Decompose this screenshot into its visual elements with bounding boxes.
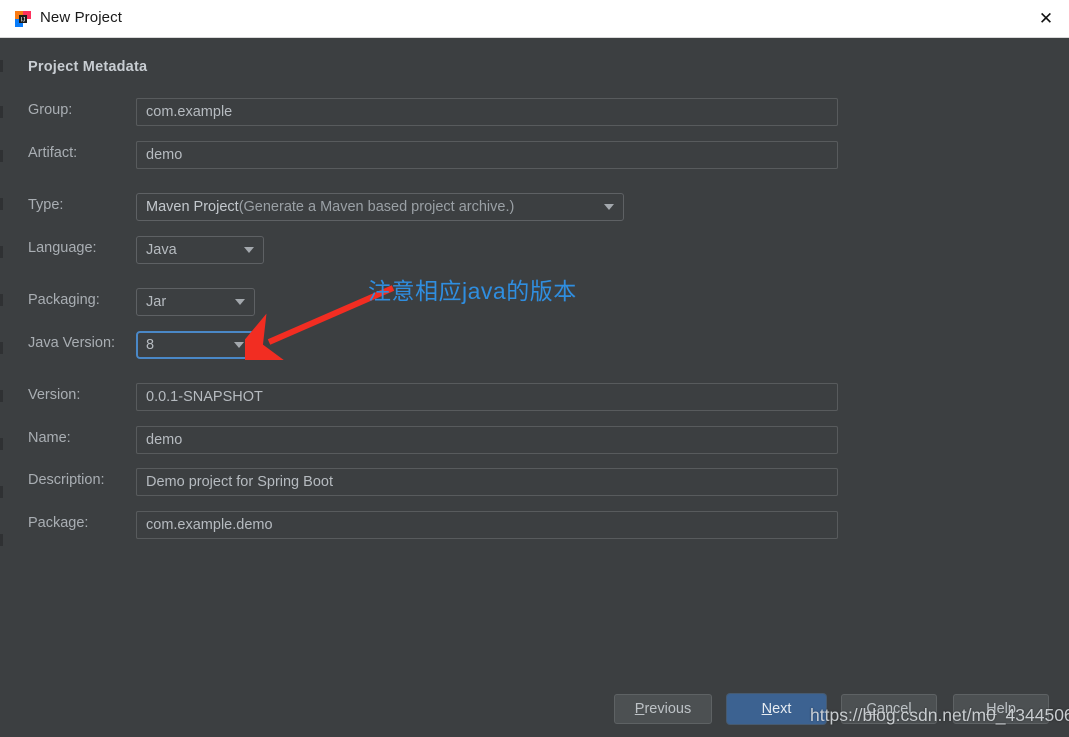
previous-button[interactable]: Previous bbox=[614, 694, 712, 724]
dialog-content: Project Metadata Group: com.example Arti… bbox=[7, 38, 1069, 737]
section-heading: Project Metadata bbox=[28, 59, 148, 75]
packaging-dropdown[interactable]: Jar bbox=[136, 288, 255, 316]
form-row-package: Package: com.example.demo bbox=[7, 511, 1069, 541]
name-label: Name: bbox=[28, 430, 71, 446]
next-mnemonic: N bbox=[761, 701, 773, 717]
form-row-java-version: Java Version: 8 bbox=[7, 331, 1069, 361]
package-input[interactable]: com.example.demo bbox=[136, 511, 838, 539]
package-label: Package: bbox=[28, 515, 89, 531]
title-bar: IJ New Project ✕ bbox=[0, 0, 1069, 38]
java-version-value: 8 bbox=[146, 337, 155, 353]
description-input[interactable]: Demo project for Spring Boot bbox=[136, 468, 838, 496]
language-dropdown[interactable]: Java bbox=[136, 236, 264, 264]
group-input[interactable]: com.example bbox=[136, 98, 838, 126]
previous-mnemonic: P bbox=[634, 701, 645, 717]
type-value-primary: Maven Project bbox=[146, 199, 239, 215]
watermark-text: https://blog.csdn.net/m0_43445067 bbox=[810, 705, 1069, 725]
packaging-label: Packaging: bbox=[28, 292, 100, 308]
language-label: Language: bbox=[28, 240, 97, 256]
form-row-group: Group: com.example bbox=[7, 98, 1069, 128]
previous-label-suffix: revious bbox=[644, 701, 692, 717]
svg-text:IJ: IJ bbox=[21, 17, 26, 23]
name-input[interactable]: demo bbox=[136, 426, 838, 454]
form-row-type: Type: Maven Project (Generate a Maven ba… bbox=[7, 193, 1069, 223]
chevron-down-icon bbox=[604, 204, 614, 210]
chevron-down-icon bbox=[235, 299, 245, 305]
java-version-dropdown[interactable]: 8 bbox=[136, 331, 255, 359]
intellij-idea-icon: IJ bbox=[14, 10, 32, 28]
next-label-suffix: ext bbox=[772, 701, 792, 717]
packaging-value: Jar bbox=[146, 294, 167, 310]
new-project-dialog: IJ New Project ✕ Project Metadata Group:… bbox=[0, 0, 1069, 737]
form-row-language: Language: Java bbox=[7, 236, 1069, 266]
chevron-down-icon bbox=[234, 342, 244, 348]
chevron-down-icon bbox=[244, 247, 254, 253]
type-value-description: (Generate a Maven based project archive.… bbox=[238, 199, 515, 215]
description-label: Description: bbox=[28, 472, 105, 488]
version-label: Version: bbox=[28, 387, 81, 403]
version-input[interactable]: 0.0.1-SNAPSHOT bbox=[136, 383, 838, 411]
form-row-version: Version: 0.0.1-SNAPSHOT bbox=[7, 383, 1069, 413]
form-row-artifact: Artifact: demo bbox=[7, 141, 1069, 171]
type-label: Type: bbox=[28, 197, 64, 213]
group-label: Group: bbox=[28, 102, 73, 118]
form-row-description: Description: Demo project for Spring Boo… bbox=[7, 468, 1069, 498]
artifact-label: Artifact: bbox=[28, 145, 78, 161]
java-version-label: Java Version: bbox=[28, 335, 116, 351]
language-value: Java bbox=[146, 242, 177, 258]
annotation-text: 注意相应java的版本 bbox=[368, 278, 577, 304]
form-row-name: Name: demo bbox=[7, 426, 1069, 456]
close-icon[interactable]: ✕ bbox=[1023, 0, 1069, 37]
type-dropdown[interactable]: Maven Project (Generate a Maven based pr… bbox=[136, 193, 624, 221]
artifact-input[interactable]: demo bbox=[136, 141, 838, 169]
window-title: New Project bbox=[40, 9, 122, 26]
